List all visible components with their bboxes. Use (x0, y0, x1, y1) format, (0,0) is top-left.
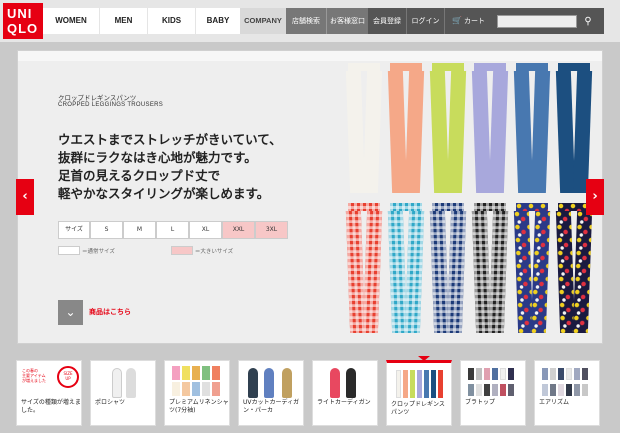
nav-kids[interactable]: KIDS (147, 8, 195, 34)
login-link[interactable]: ログイン (406, 8, 444, 34)
store-nav: 店舗検索 お客様窓口 (286, 8, 368, 34)
legend-big-label: ＝大きいサイズ (194, 248, 234, 255)
cart-icon: 🛒 (452, 16, 462, 25)
tagline-line: 抜群にラクなはき心地が魅力です。 (58, 150, 257, 165)
thumb-caption: プレミアムリネンシャツ(7分袖) (169, 399, 229, 414)
nav-women[interactable]: WOMEN (43, 8, 99, 34)
category-nav: WOMEN MEN KIDS BABY (43, 8, 240, 34)
thumb-size-variety[interactable]: この春の 主要アイテム が増えました SIZE UP サイズの種類が増えました。 (16, 360, 82, 426)
uniqlo-logo[interactable]: UNI QLO (3, 3, 43, 39)
size-badge-icon: SIZE UP (57, 366, 79, 388)
thumb-caption: ポロシャツ (95, 399, 126, 406)
thumb-caption: UVカットカーディガン・パーカ (243, 399, 300, 414)
pant-bottom-2 (387, 203, 425, 333)
nav-company[interactable]: COMPANY (240, 8, 286, 34)
store-search-link[interactable]: 店舗検索 (286, 8, 326, 34)
pant-top-5 (513, 63, 551, 193)
pant-bottom-6 (555, 203, 593, 333)
cart-label: カート (463, 17, 485, 25)
chevron-down-icon[interactable]: ⌄ (58, 300, 83, 325)
size-table: サイズ S M L XL XXL 3XL (58, 221, 288, 239)
pant-top-6 (555, 63, 593, 193)
thumb-polo[interactable]: ポロシャツ (90, 360, 156, 426)
pant-bottom-5 (513, 203, 551, 333)
thumb-linen-shirt[interactable]: プレミアムリネンシャツ(7分袖) (164, 360, 230, 426)
thumb-caption: ブラトップ (465, 399, 496, 406)
view-products-link[interactable]: 商品はこちら (89, 307, 131, 317)
hero-tagline: ウエストまでストレッチがきいていて、 抜群にラクなはき心地が魅力です。 足首の見… (58, 131, 318, 203)
thumb-bra-top[interactable]: ブラトップ (460, 360, 526, 426)
chevron-right-icon[interactable]: › (586, 179, 604, 215)
thumb-airism[interactable]: エアリズム (534, 360, 600, 426)
thumb-uv-cardigan[interactable]: UVカットカーディガン・パーカ (238, 360, 304, 426)
active-pointer-icon (418, 356, 430, 361)
pant-bottom-3 (429, 203, 467, 333)
tagline-line: ウエストまでストレッチがきいていて、 (58, 132, 282, 147)
customer-service-link[interactable]: お客様窓口 (326, 8, 368, 34)
product-image[interactable] (345, 61, 602, 343)
thumb-caption: ライトカーディガン (317, 399, 371, 406)
search-box: ⚲ (492, 8, 604, 34)
nav-men[interactable]: MEN (99, 8, 147, 34)
pant-bottom-4 (471, 203, 509, 333)
legend-normal-label: ＝通常サイズ (82, 248, 115, 255)
thumbnail-strip: この春の 主要アイテム が増えました SIZE UP サイズの種類が増えました。 ポロ… (0, 355, 620, 433)
size-m: M (123, 221, 156, 239)
logo-line1: UNI (7, 6, 33, 21)
nav-baby[interactable]: BABY (195, 8, 240, 34)
size-s: S (90, 221, 123, 239)
cart-link[interactable]: 🛒 カート (444, 8, 492, 34)
header: UNI QLO WOMEN MEN KIDS BABY COMPANY 店舗検索… (0, 0, 620, 42)
thumb-caption: サイズの種類が増えました。 (21, 399, 81, 414)
pant-top-1 (345, 63, 383, 193)
account-nav: 会員登録 ログイン 🛒 カート (368, 8, 492, 34)
thumb-light-cardigan[interactable]: ライトカーディガン (312, 360, 378, 426)
size-xl: XL (189, 221, 222, 239)
logo-line2: QLO (7, 21, 39, 36)
register-link[interactable]: 会員登録 (368, 8, 406, 34)
pant-bottom-1 (345, 203, 383, 333)
product-title-jp: クロップドレギンスパンツ (58, 94, 137, 102)
product-title-en: CROPPED LEGGINGS TROUSERS (58, 102, 164, 108)
thumb-cropped-leggings[interactable]: クロップドレギンスパンツ (386, 360, 452, 426)
size-legend: ＝通常サイズ ＝大きいサイズ (58, 246, 233, 255)
size-xxl: XXL (222, 221, 255, 239)
thumb-caption: クロップドレギンスパンツ (391, 401, 445, 416)
normal-size-swatch (58, 246, 80, 255)
size-3xl: 3XL (255, 221, 288, 239)
size-label: サイズ (58, 221, 90, 239)
tagline-line: 軽やかなスタイリングが楽しめます。 (58, 186, 270, 201)
tagline-line: 足首の見えるクロップド丈で (58, 168, 221, 183)
chevron-left-icon[interactable]: ‹ (16, 179, 34, 215)
thumb-caption: エアリズム (539, 399, 570, 406)
pant-top-3 (429, 63, 467, 193)
big-size-swatch (170, 246, 193, 255)
pant-top-2 (387, 63, 425, 193)
search-icon[interactable]: ⚲ (579, 14, 597, 29)
pant-top-4 (471, 63, 509, 193)
hero-banner: クロップドレギンスパンツ CROPPED LEGGINGS TROUSERS ウ… (17, 50, 603, 344)
search-input[interactable] (497, 15, 577, 28)
size-l: L (156, 221, 189, 239)
